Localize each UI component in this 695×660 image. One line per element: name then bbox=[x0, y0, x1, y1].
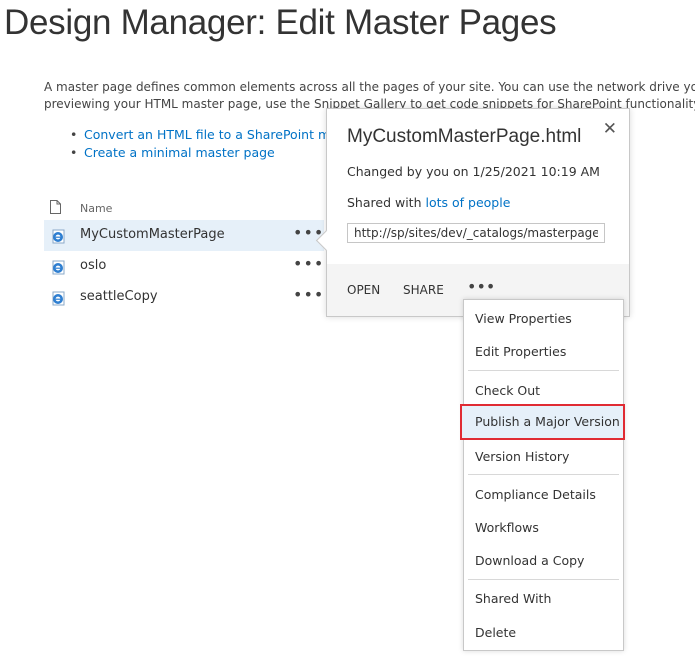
file-row-mycustommasterpage[interactable]: MyCustomMasterPage ••• bbox=[44, 220, 324, 251]
menu-item-view-properties[interactable]: View Properties bbox=[464, 305, 623, 333]
menu-divider bbox=[468, 370, 619, 371]
file-callout: MyCustomMasterPage.html ✕ Changed by you… bbox=[315, 108, 630, 317]
menu-item-download-copy[interactable]: Download a Copy bbox=[464, 547, 623, 575]
callout-title: MyCustomMasterPage.html bbox=[347, 126, 582, 147]
close-icon[interactable]: ✕ bbox=[603, 119, 617, 139]
file-url-field[interactable] bbox=[347, 223, 605, 243]
file-list-header: Name bbox=[44, 196, 324, 220]
page-title: Design Manager: Edit Master Pages bbox=[4, 3, 557, 42]
open-button[interactable]: OPEN bbox=[347, 283, 380, 297]
file-name[interactable]: seattleCopy bbox=[80, 289, 158, 304]
file-list: Name MyCustomMasterPage ••• oslo ••• sea… bbox=[44, 196, 324, 313]
shared-with-text: Shared with lots of people bbox=[347, 195, 510, 210]
description-line-1: A master page defines common elements ac… bbox=[44, 80, 695, 94]
context-menu: View Properties Edit Properties Check Ou… bbox=[460, 299, 625, 651]
menu-item-check-out[interactable]: Check Out bbox=[464, 377, 623, 405]
help-links: • Convert an HTML file to a SharePoint ma… bbox=[70, 126, 349, 162]
more-options-ellipsis[interactable]: ••• bbox=[293, 254, 324, 273]
menu-divider bbox=[468, 474, 619, 475]
file-row-oslo[interactable]: oslo ••• bbox=[44, 251, 324, 282]
menu-divider bbox=[468, 579, 619, 580]
convert-html-link[interactable]: Convert an HTML file to a SharePoint mas… bbox=[84, 127, 349, 142]
menu-item-version-history[interactable]: Version History bbox=[464, 443, 623, 471]
menu-item-edit-properties[interactable]: Edit Properties bbox=[464, 338, 623, 366]
menu-item-compliance-details[interactable]: Compliance Details bbox=[464, 481, 623, 509]
create-minimal-master-page-link[interactable]: Create a minimal master page bbox=[84, 145, 275, 160]
more-options-ellipsis[interactable]: ••• bbox=[293, 285, 324, 304]
menu-item-publish-major-version[interactable]: Publish a Major Version bbox=[460, 404, 625, 440]
file-name[interactable]: MyCustomMasterPage bbox=[80, 227, 225, 242]
menu-item-delete[interactable]: Delete bbox=[464, 619, 623, 647]
shared-with-prefix: Shared with bbox=[347, 195, 426, 210]
html-file-icon bbox=[52, 229, 65, 244]
column-header-name[interactable]: Name bbox=[80, 202, 112, 215]
document-type-icon[interactable] bbox=[50, 200, 61, 214]
shared-with-link[interactable]: lots of people bbox=[425, 195, 510, 210]
changed-by-text: Changed by you on 1/25/2021 10:19 AM bbox=[347, 164, 600, 179]
link-item-create: • Create a minimal master page bbox=[70, 145, 275, 160]
share-button[interactable]: SHARE bbox=[403, 283, 444, 297]
more-actions-ellipsis[interactable]: ••• bbox=[467, 277, 495, 296]
menu-item-shared-with[interactable]: Shared With bbox=[464, 585, 623, 613]
menu-item-workflows[interactable]: Workflows bbox=[464, 514, 623, 542]
file-name[interactable]: oslo bbox=[80, 258, 106, 273]
html-file-icon bbox=[52, 260, 65, 275]
file-row-seattlecopy[interactable]: seattleCopy ••• bbox=[44, 282, 324, 313]
html-file-icon bbox=[52, 291, 65, 306]
link-item-convert: • Convert an HTML file to a SharePoint ma… bbox=[70, 127, 350, 142]
